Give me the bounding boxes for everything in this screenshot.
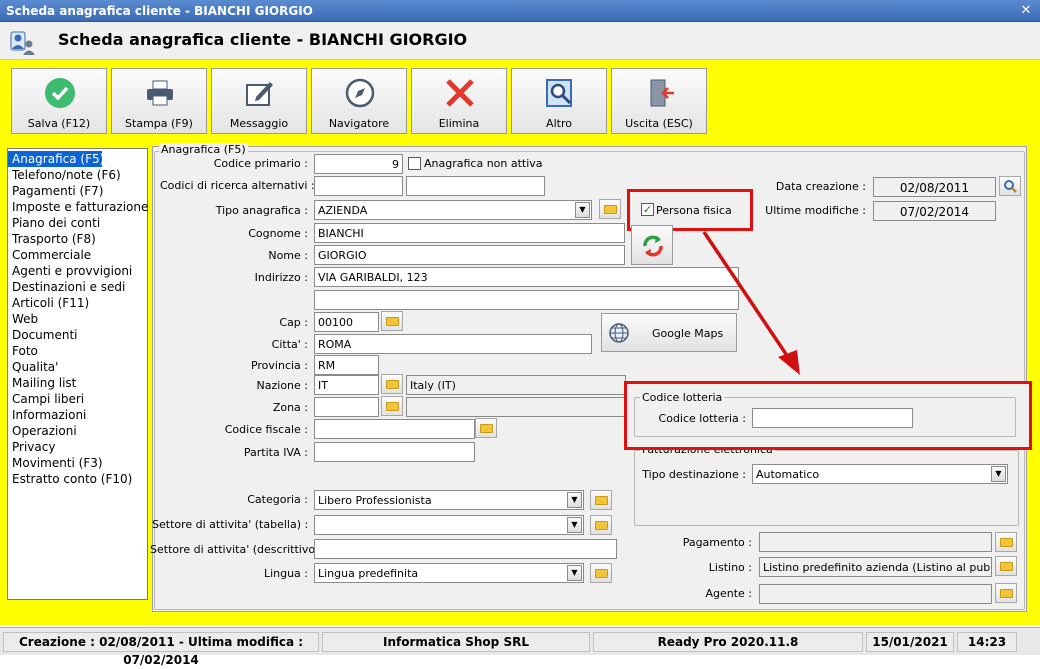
status-time: 14:23: [957, 632, 1017, 652]
status-company: Informatica Shop SRL: [322, 632, 590, 652]
status-date: 15/01/2021: [866, 632, 954, 652]
status-version: Ready Pro 2020.11.8: [593, 632, 863, 652]
status-creation: Creazione : 02/08/2011 - Ultima modifica…: [3, 632, 319, 667]
annotation-arrow: [702, 231, 800, 375]
status-bar: Creazione : 02/08/2011 - Ultima modifica…: [0, 627, 1040, 667]
